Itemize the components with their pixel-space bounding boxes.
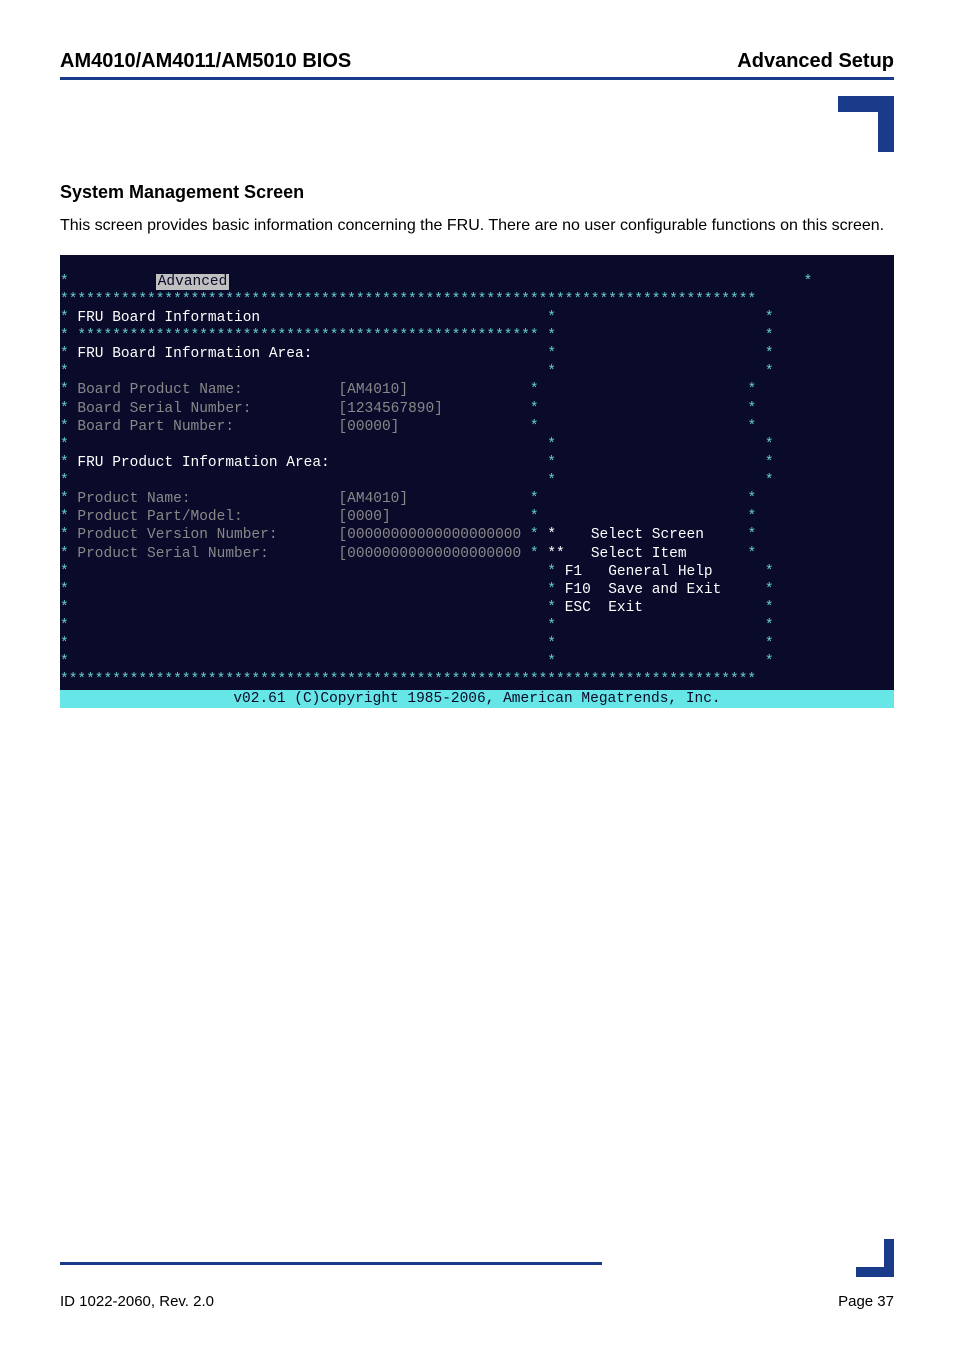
bios-border: ****************************************… (60, 292, 756, 308)
product-serial-label: Product Serial Number: (77, 546, 268, 562)
board-product-name-value: [AM4010] (338, 382, 408, 398)
bios-sub-border: ****************************************… (77, 328, 538, 344)
corner-graphic-top (60, 96, 894, 152)
product-part-model-value: [0000] (338, 509, 390, 525)
help-key-select-item: ** (547, 546, 564, 562)
bios-screen: * Advanced * ***************************… (60, 255, 894, 708)
corner-icon (838, 96, 894, 152)
footer-right: Page 37 (838, 1293, 894, 1310)
header-right: Advanced Setup (737, 50, 894, 73)
help-esc: Exit (608, 600, 643, 616)
board-product-name-label: Board Product Name: (77, 382, 242, 398)
bios-footer-text: v02.61 (C)Copyright 1985-2006, American … (233, 691, 720, 707)
product-version-value: [00000000000000000000 (338, 527, 521, 543)
bios-border-bottom: ****************************************… (60, 672, 756, 688)
bios-footer: v02.61 (C)Copyright 1985-2006, American … (60, 690, 894, 708)
product-name-value: [AM4010] (338, 491, 408, 507)
help-f10: Save and Exit (608, 582, 721, 598)
board-area-label: FRU Board Information Area: (77, 346, 312, 362)
bios-tab-advanced: Advanced (156, 274, 230, 290)
product-name-label: Product Name: (77, 491, 190, 507)
corner-icon-bottom (856, 1239, 894, 1277)
help-key-f1: F1 (565, 564, 582, 580)
bios-title: FRU Board Information (77, 310, 260, 326)
header-rule (60, 77, 894, 80)
help-key-select-screen: * (547, 527, 556, 543)
corner-graphic-bottom (60, 1239, 894, 1277)
product-part-model-label: Product Part/Model: (77, 509, 242, 525)
board-serial-value: [1234567890] (338, 401, 442, 417)
board-serial-label: Board Serial Number: (77, 401, 251, 417)
help-key-esc: ESC (565, 600, 591, 616)
footer-left: ID 1022-2060, Rev. 2.0 (60, 1293, 214, 1310)
board-part-value: [00000] (338, 419, 399, 435)
help-key-f10: F10 (565, 582, 591, 598)
product-version-label: Product Version Number: (77, 527, 277, 543)
page-header: AM4010/AM4011/AM5010 BIOS Advanced Setup (60, 50, 894, 73)
page-footer: ID 1022-2060, Rev. 2.0 Page 37 (60, 1293, 894, 1310)
header-left: AM4010/AM4011/AM5010 BIOS (60, 50, 351, 73)
section-body: This screen provides basic information c… (60, 215, 894, 237)
board-part-label: Board Part Number: (77, 419, 234, 435)
help-select-screen: Select Screen (591, 527, 704, 543)
help-f1: General Help (608, 564, 712, 580)
section-heading: System Management Screen (60, 182, 894, 203)
product-serial-value: [00000000000000000000 (338, 546, 521, 562)
help-select-item: Select Item (591, 546, 687, 562)
product-area-label: FRU Product Information Area: (77, 455, 329, 471)
